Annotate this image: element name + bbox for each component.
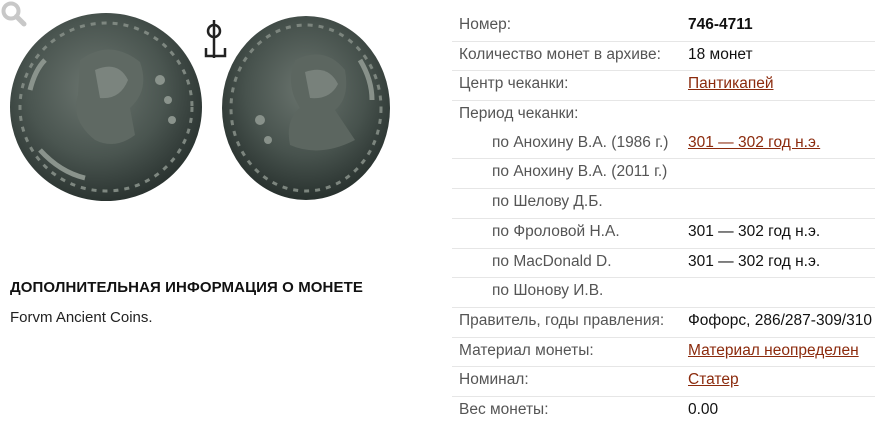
period-value: 301 — 302 год н.э. xyxy=(688,222,821,240)
row-material: Материал монеты: Материал неопределен xyxy=(452,338,875,368)
mint-link[interactable]: Пантикапей xyxy=(688,75,774,92)
weight-value: 0.00 xyxy=(688,400,719,418)
coin-details-table: Номер: 746-4711 Количество монет в архив… xyxy=(452,12,875,426)
count-value: 18 монет xyxy=(688,45,753,63)
tamga-icon xyxy=(204,20,227,58)
row-period-sub: по Анохину В.А. (2011 г.) xyxy=(452,159,875,190)
row-period-sub: по Шонову И.В. xyxy=(452,278,875,308)
row-weight: Вес монеты: 0.00 xyxy=(452,397,875,426)
period-sub-label: по Анохину В.А. (1986 г.) xyxy=(492,133,669,151)
zoom-icon[interactable] xyxy=(0,0,28,28)
row-period-sub: по Анохину В.А. (1986 г.) 301 — 302 год … xyxy=(452,130,875,160)
period-sub-label: по Шелову Д.Б. xyxy=(492,193,603,211)
period-label: Период чеканки: xyxy=(459,105,579,123)
coin-images-svg xyxy=(10,13,390,201)
period-link[interactable]: 301 — 302 год н.э. xyxy=(688,134,820,151)
row-number: Номер: 746-4711 xyxy=(452,12,875,42)
row-period: Период чеканки: xyxy=(452,101,875,130)
row-ruler: Правитель, годы правления: Фофорс, 286/2… xyxy=(452,308,875,338)
period-value: 301 — 302 год н.э. xyxy=(688,252,821,270)
row-denomination: Номинал: Статер xyxy=(452,367,875,397)
material-label: Материал монеты: xyxy=(459,341,594,359)
row-period-sub: по Фроловой Н.А. 301 — 302 год н.э. xyxy=(452,219,875,249)
period-sub-label: по MacDonald D. xyxy=(492,252,612,270)
row-mint: Центр чеканки: Пантикапей xyxy=(452,71,875,102)
row-period-sub: по MacDonald D. 301 — 302 год н.э. xyxy=(452,249,875,279)
coin-reverse-image[interactable] xyxy=(222,16,390,200)
period-sub-label: по Шонову И.В. xyxy=(492,282,604,300)
weight-label: Вес монеты: xyxy=(459,400,549,418)
row-period-sub: по Шелову Д.Б. xyxy=(452,189,875,219)
coin-images xyxy=(0,0,440,260)
number-label: Номер: xyxy=(459,16,512,33)
ruler-value: Фофорс, 286/287-309/310 xyxy=(688,311,872,329)
count-label: Количество монет в архиве: xyxy=(459,45,661,63)
ruler-label: Правитель, годы правления: xyxy=(459,311,665,329)
period-sub-label: по Анохину В.А. (2011 г.) xyxy=(492,163,668,181)
mint-label: Центр чеканки: xyxy=(459,75,569,93)
denomination-label: Номинал: xyxy=(459,371,529,389)
extra-info-text: Forvm Ancient Coins. xyxy=(10,309,153,326)
extra-info-heading: ДОПОЛНИТЕЛЬНАЯ ИНФОРМАЦИЯ О МОНЕТЕ xyxy=(10,279,363,296)
denomination-link[interactable]: Статер xyxy=(688,371,739,388)
coin-obverse-image[interactable] xyxy=(10,13,202,201)
period-sub-label: по Фроловой Н.А. xyxy=(492,222,620,240)
material-link[interactable]: Материал неопределен xyxy=(688,342,859,359)
number-value: 746-4711 xyxy=(688,16,753,33)
row-count: Количество монет в архиве: 18 монет xyxy=(452,42,875,72)
